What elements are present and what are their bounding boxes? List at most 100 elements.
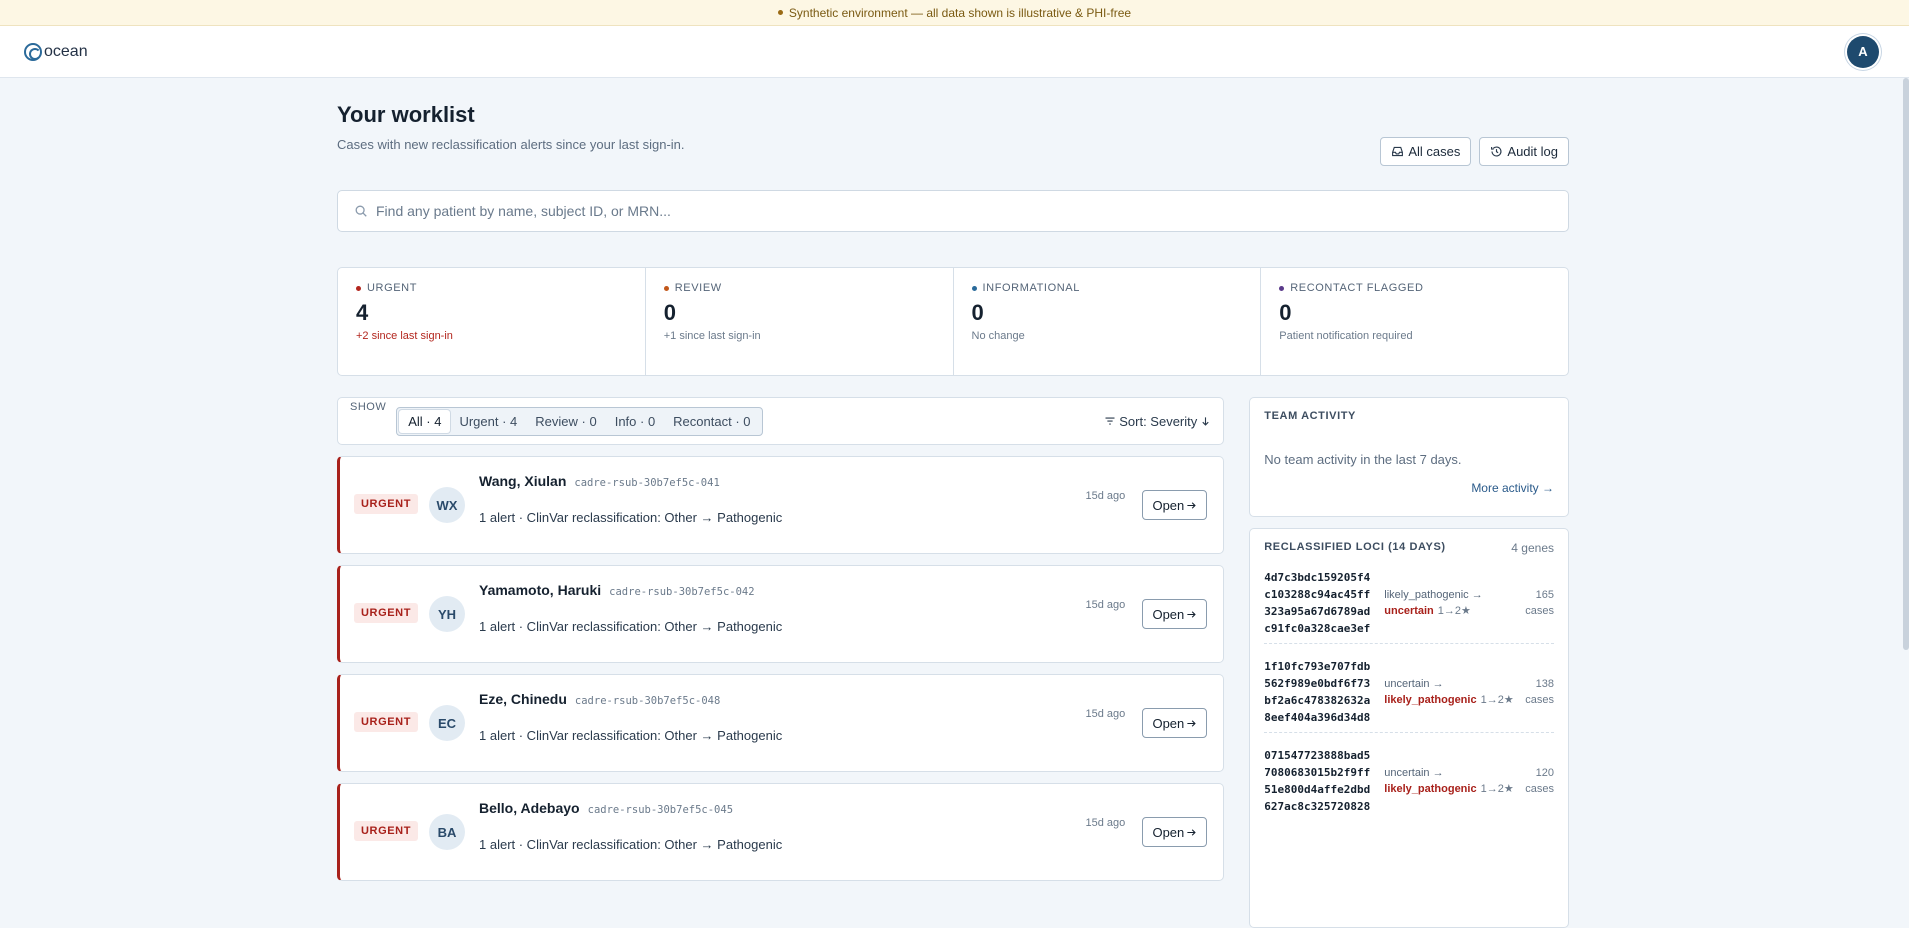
more-activity-link[interactable]: More activity → [1264,481,1554,495]
filter-all[interactable]: All · 4 [399,409,451,433]
subject-id: cadre-rsub-30b7ef5c-048 [574,695,721,707]
case-heading: Eze, Chinedu cadre-rsub-30b7ef5c-048 [479,691,720,707]
show-label: SHOW [350,400,387,413]
stat-urgent[interactable]: URGENT 4 +2 since last sign-in [338,268,646,375]
stat-urgent-note: +2 since last sign-in [356,330,453,342]
page-subtitle: Cases with new reclassification alerts s… [337,137,685,152]
patient-avatar: BA [429,814,465,850]
filter-info[interactable]: Info · 0 [606,410,664,433]
audit-log-button[interactable]: Audit log [1479,137,1569,166]
locus-from: uncertain → [1384,767,1444,779]
environment-banner: Synthetic environment — all data shown i… [0,0,1909,26]
all-cases-label: All cases [1408,144,1461,159]
loci-title: RECLASSIFIED LOCI (14 DAYS) [1264,541,1446,553]
case-card[interactable]: URGENT WX Wang, Xiulan cadre-rsub-30b7ef5… [337,456,1225,554]
case-age: 15d ago [1085,490,1126,502]
filter-review[interactable]: Review · 0 [526,410,605,433]
case-heading: Yamamoto, Haruki cadre-rsub-30b7ef5c-042 [479,582,755,598]
open-case-button[interactable]: Open [1142,817,1208,847]
filter-left: SHOW All · 4 Urgent · 4 Review · 0 Info … [350,401,763,436]
brand-logo[interactable]: ocean [24,42,88,61]
open-case-button[interactable]: Open [1142,490,1208,520]
all-cases-button[interactable]: All cases [1380,137,1472,166]
user-avatar[interactable]: A [1847,35,1879,68]
sort-control[interactable]: Sort: Severity [1104,414,1211,429]
locus-from: likely_pathogenic → [1384,589,1483,601]
locus-change: likely_pathogenic → uncertain 1→2★ [1370,587,1522,619]
locus-row[interactable]: 071547723888bad57080683015b2f9ff51e800d4… [1264,733,1554,821]
locus-to: uncertain [1384,605,1434,617]
alert-summary: 1 alert · ClinVar reclassification: Othe… [479,510,783,525]
content-columns: SHOW All · 4 Urgent · 4 Review · 0 Info … [337,397,1569,928]
page-title: Your worklist [337,102,475,127]
stat-recontact-value: 0 [1279,300,1292,325]
urgent-dot-icon [356,285,361,291]
banner-text: Synthetic environment — all data shown i… [788,5,1132,20]
alert-summary: 1 alert · ClinVar reclassification: Othe… [479,728,783,743]
stat-recontact-note: Patient notification required [1279,330,1413,342]
history-icon [1491,146,1502,157]
locus-id: 071547723888bad57080683015b2f9ff51e800d4… [1264,749,1371,813]
locus-change: uncertain → likely_pathogenic 1→2★ [1370,765,1522,797]
locus-cases: 165 cases [1522,587,1554,619]
case-card[interactable]: URGENT BA Bello, Adebayo cadre-rsub-30b7e… [337,783,1225,881]
locus-id: 1f10fc793e707fdb562f989e0bdf6f73bf2a6c47… [1264,660,1371,724]
top-bar: ocean A [0,26,1909,78]
case-heading: Bello, Adebayo cadre-rsub-30b7ef5c-045 [479,800,733,816]
severity-summary: URGENT 4 +2 since last sign-in REVIEW 0 … [337,267,1569,376]
stat-review-label: REVIEW [674,282,722,294]
arrow-down-icon [1202,416,1209,426]
filter-recontact[interactable]: Recontact · 0 [664,410,759,433]
stat-review[interactable]: REVIEW 0 +1 since last sign-in [646,268,954,375]
alert-summary: 1 alert · ClinVar reclassification: Othe… [479,619,783,634]
severity-badge: URGENT [354,712,419,732]
locus-cases: 120 cases [1522,765,1554,797]
page-scrollbar[interactable] [1903,78,1909,650]
stat-informational-note: No change [971,330,1025,342]
case-card[interactable]: URGENT EC Eze, Chinedu cadre-rsub-30b7ef5… [337,674,1225,772]
arrow-right-icon [1187,610,1196,618]
locus-cases-word: cases [1525,783,1554,795]
locus-id: 4d7c3bdc159205f4c103288c94ac45ff323a95a6… [1264,571,1371,635]
stat-urgent-label: URGENT [367,282,418,294]
locus-row[interactable]: 4d7c3bdc159205f4c103288c94ac45ff323a95a6… [1264,555,1554,644]
severity-badge: URGENT [354,494,419,514]
search-icon [355,205,367,217]
locus-change: uncertain → likely_pathogenic 1→2★ [1370,676,1522,708]
stat-review-value: 0 [663,300,676,325]
stat-recontact[interactable]: RECONTACT FLAGGED 0 Patient notification… [1261,268,1568,375]
patient-search-box[interactable] [337,190,1569,232]
sort-label: Sort: Severity [1119,413,1198,429]
patient-avatar: EC [429,705,465,741]
open-label: Open [1152,497,1185,513]
subject-id: cadre-rsub-30b7ef5c-042 [609,586,755,598]
locus-to: likely_pathogenic [1384,783,1477,795]
open-case-button[interactable]: Open [1142,599,1208,629]
review-dot-icon [663,285,669,291]
header-actions: All cases Audit log [1380,137,1569,166]
filter-urgent[interactable]: Urgent · 4 [450,410,526,433]
locus-cases-word: cases [1525,694,1554,706]
case-age: 15d ago [1085,817,1126,829]
main-content: Your worklist Cases with new reclassific… [337,78,1569,928]
filter-bar: SHOW All · 4 Urgent · 4 Review · 0 Info … [337,397,1225,445]
patient-search-input[interactable] [376,203,1552,219]
open-case-button[interactable]: Open [1142,708,1208,738]
locus-cases-number: 165 [1535,589,1554,601]
severity-badge: URGENT [354,821,419,841]
stat-informational[interactable]: INFORMATIONAL 0 No change [954,268,1262,375]
patient-avatar: YH [429,596,465,632]
recontact-dot-icon [1279,285,1285,291]
stat-urgent-label-row: URGENT [356,282,627,294]
severity-filter: All · 4 Urgent · 4 Review · 0 Info · 0 R… [396,406,763,436]
inbox-icon [1392,146,1404,157]
side-column: TEAM ACTIVITY No team activity in the la… [1249,397,1569,928]
team-activity-panel: TEAM ACTIVITY No team activity in the la… [1249,397,1569,517]
case-card[interactable]: URGENT YH Yamamoto, Haruki cadre-rsub-30b… [337,565,1225,663]
stat-review-label-row: REVIEW [663,282,935,294]
patient-name: Wang, Xiulan [479,473,567,489]
arrow-right-icon [1187,501,1196,509]
page-header: Your worklist Cases with new reclassific… [337,78,1569,166]
stat-informational-label: INFORMATIONAL [982,282,1080,294]
locus-row[interactable]: 1f10fc793e707fdb562f989e0bdf6f73bf2a6c47… [1264,644,1554,733]
